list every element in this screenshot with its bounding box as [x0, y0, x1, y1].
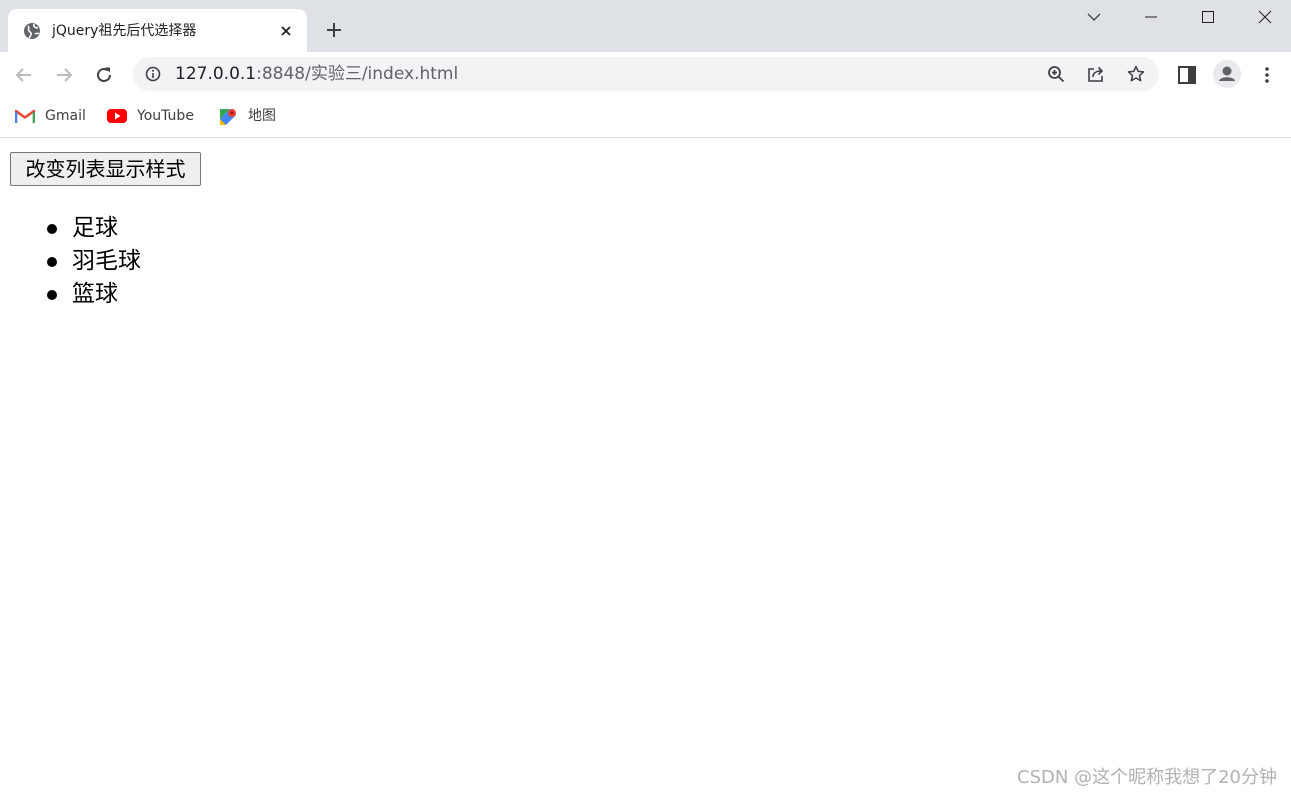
chevron-down-icon: [1087, 13, 1100, 21]
list-item: 羽毛球: [47, 245, 141, 278]
bookmark-label: YouTube: [137, 108, 194, 124]
bookmarks-bar: Gmail YouTube 地图: [0, 98, 1291, 138]
maximize-icon: [1201, 11, 1214, 23]
gmail-icon: [14, 108, 36, 124]
youtube-icon: [107, 108, 127, 124]
bookmark-label: 地图: [248, 108, 276, 124]
reload-icon: [97, 67, 111, 82]
list-item: 足球: [47, 212, 141, 245]
list-item-label: 足球: [72, 215, 118, 241]
list-item: 篮球: [47, 278, 141, 311]
list-item-label: 篮球: [72, 281, 118, 307]
bullet-icon: [47, 290, 57, 300]
reload-button[interactable]: [91, 62, 117, 88]
bookmark-star-icon[interactable]: [1127, 65, 1145, 83]
minimize-icon: [1144, 16, 1157, 18]
url-text[interactable]: 127.0.0.1:8848/实验三/index.html: [175, 64, 458, 84]
new-tab-icon[interactable]: [323, 19, 345, 41]
url-path: :8848/实验三/index.html: [256, 64, 459, 84]
side-panel-icon[interactable]: [1176, 64, 1198, 86]
forward-button[interactable]: [51, 62, 77, 88]
tab-title: jQuery祖先后代选择器: [52, 23, 197, 39]
more-menu-icon[interactable]: [1256, 64, 1278, 86]
arrow-left-icon: [15, 68, 31, 82]
info-icon[interactable]: [145, 66, 161, 82]
minimize-button[interactable]: [1122, 0, 1179, 34]
watermark: CSDN @这个昵称我想了20分钟: [1017, 767, 1277, 788]
bookmark-label: Gmail: [45, 108, 86, 124]
profile-avatar[interactable]: [1213, 60, 1241, 88]
list-item-label: 羽毛球: [72, 248, 141, 274]
url-host: 127.0.0.1: [175, 64, 257, 84]
back-button[interactable]: [11, 62, 37, 88]
maximize-button[interactable]: [1179, 0, 1236, 34]
sports-list: 足球 羽毛球 篮球: [47, 212, 141, 311]
zoom-icon[interactable]: [1047, 65, 1065, 83]
bullet-icon: [47, 224, 57, 234]
change-list-style-button[interactable]: 改变列表显示样式: [10, 152, 201, 186]
tab-strip: jQuery祖先后代选择器: [0, 0, 1291, 52]
user-icon: [1219, 66, 1235, 81]
close-icon: [1258, 10, 1271, 24]
address-bar[interactable]: 127.0.0.1:8848/实验三/index.html: [133, 57, 1159, 91]
maps-icon: [219, 108, 239, 125]
page-content: 改变列表显示样式 足球 羽毛球 篮球 CSDN @这个昵称我想了20分钟: [0, 138, 1291, 797]
globe-icon: [23, 22, 41, 40]
arrow-right-icon: [57, 68, 73, 82]
window-close-button[interactable]: [1236, 0, 1291, 34]
share-icon[interactable]: [1087, 65, 1105, 83]
bullet-icon: [47, 257, 57, 267]
active-tab[interactable]: jQuery祖先后代选择器: [8, 9, 307, 52]
close-icon[interactable]: [278, 23, 294, 39]
browser-toolbar: 127.0.0.1:8848/实验三/index.html: [0, 52, 1291, 98]
tab-search-button[interactable]: [1065, 0, 1122, 34]
